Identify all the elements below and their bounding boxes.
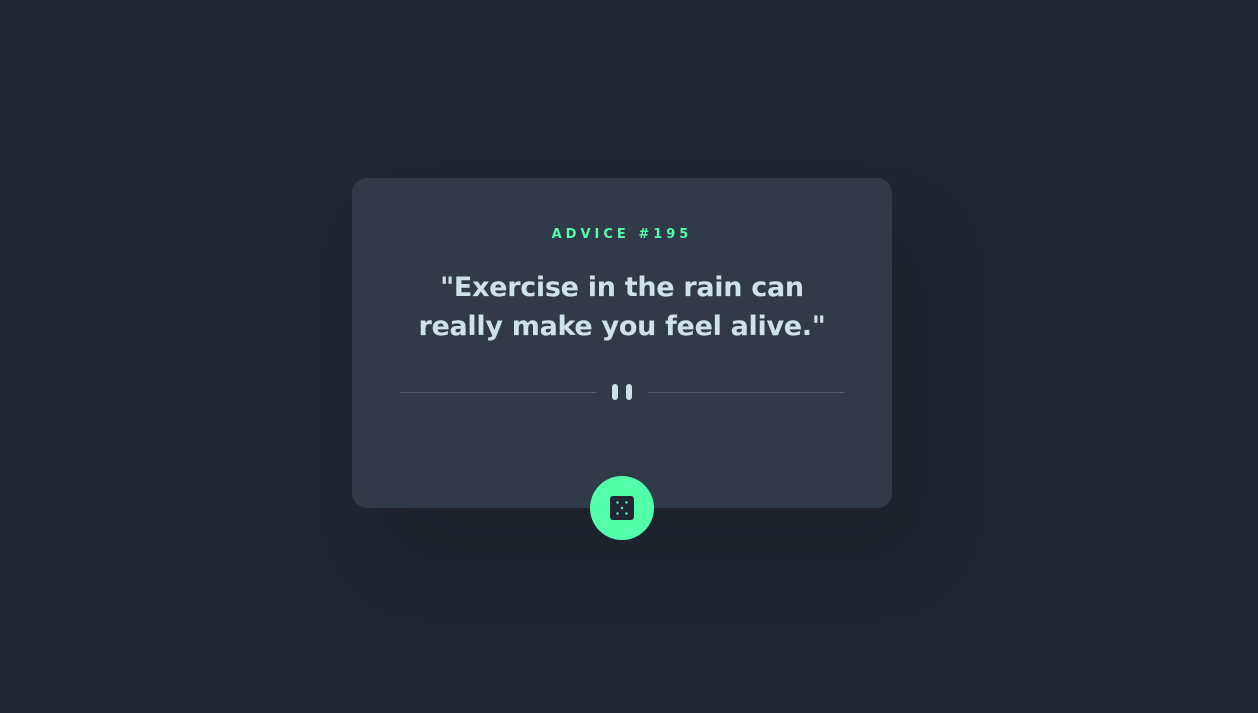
advice-card: ADVICE #195 "Exercise in the rain can re…	[352, 178, 892, 508]
pattern-divider	[400, 383, 844, 401]
pause-icon	[612, 384, 632, 400]
divider-line-left	[400, 392, 596, 393]
pause-bar-right	[626, 384, 632, 400]
advice-id-label: ADVICE #195	[551, 227, 693, 242]
new-advice-button[interactable]	[590, 476, 654, 540]
page: ADVICE #195 "Exercise in the rain can re…	[0, 0, 1258, 713]
pause-bar-left	[612, 384, 618, 400]
divider-line-right	[648, 392, 844, 393]
advice-quote: "Exercise in the rain can really make yo…	[418, 272, 826, 342]
dice-icon	[610, 496, 634, 520]
